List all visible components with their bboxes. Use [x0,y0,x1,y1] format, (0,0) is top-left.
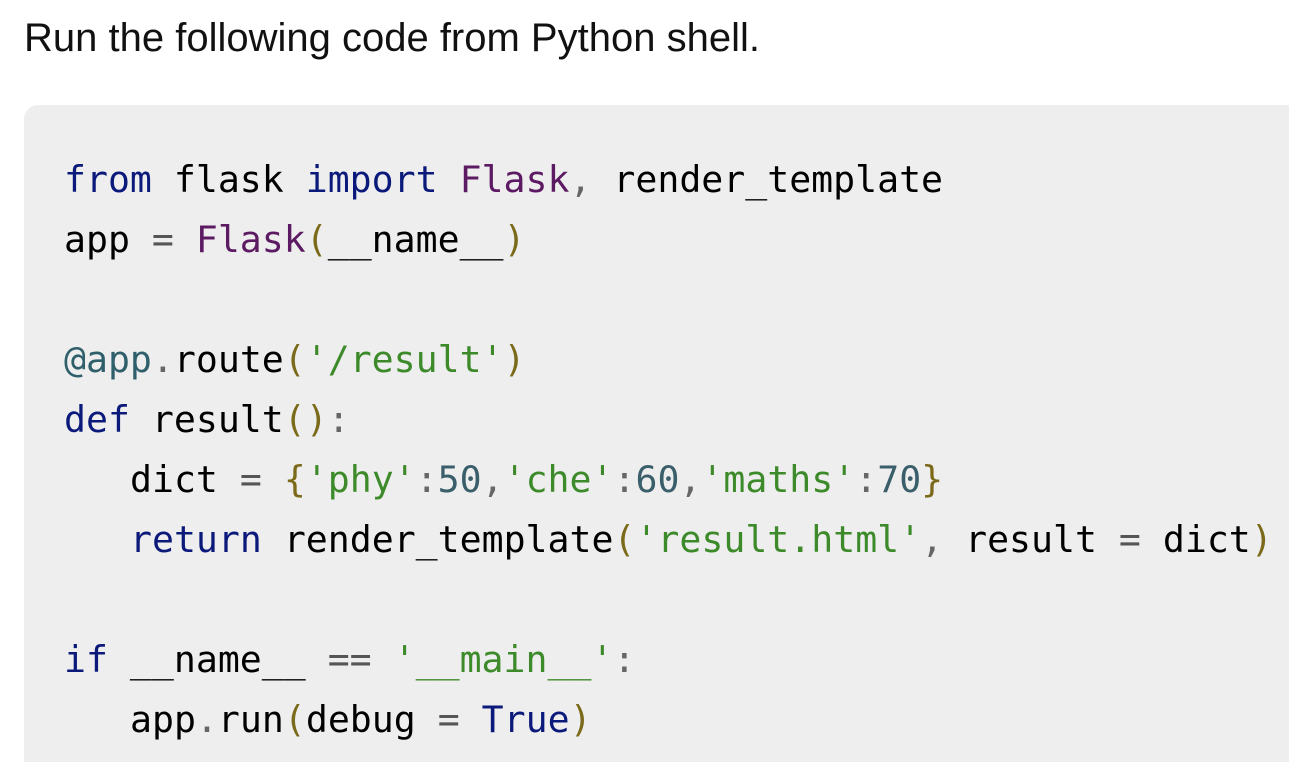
code-text: flask [151,158,306,201]
code-bracket: () [283,398,328,441]
code-keyword: return [130,518,262,561]
code-text: route [173,338,284,381]
intro-paragraph: Run the following code from Python shell… [24,16,760,60]
code-text: render_template [261,518,614,561]
code-bracket: ( [283,338,306,381]
code-line: if __name__ == '__main__': [64,630,1273,690]
code-string: 'che' [503,458,614,501]
code-text: dict [130,458,240,501]
code-punctuation: . [195,698,218,741]
code-line: app = Flask(__name__) [64,210,1273,270]
code-text: app [64,218,152,261]
code-number: 50 [437,458,482,501]
code-punctuation: : [855,458,878,501]
code-text: run [217,698,284,741]
code-string: 'phy' [305,458,416,501]
code-number: 70 [877,458,922,501]
code-string: 'maths' [701,458,856,501]
code-text: __name__ [327,218,504,261]
code-text: __name__ [107,638,328,681]
code-bracket: ) [503,218,526,261]
code-text: result [965,518,1119,561]
code-punctuation: , [569,158,614,201]
code-operator: = [437,698,482,741]
code-line: app.run(debug = True) [64,690,1273,750]
code-punctuation: : [613,638,636,681]
code-text: app [130,698,196,741]
code-bracket: ( [305,218,328,261]
code-text: result [129,398,284,441]
code-operator: = [151,218,196,261]
code-line: dict = {'phy':50,'che':60,'maths':70} [64,450,1273,510]
code-line: return render_template('result.html', re… [64,510,1273,570]
code-bracket: ( [613,518,636,561]
code-operator: = [1118,518,1163,561]
code-bracket: ) [503,338,526,381]
code-text: dict [1162,518,1251,561]
code-bracket: ( [283,698,306,741]
code-decorator: @app [64,338,152,381]
code-number: 60 [635,458,680,501]
code-punctuation: , [921,518,966,561]
code-class-name: Flask [195,218,306,261]
code-keyword: import [305,158,438,201]
code-punctuation: : [613,458,636,501]
code-keyword: if [64,638,108,681]
code-string: '/result' [305,338,504,381]
code-punctuation: : [327,398,350,441]
code-text: debug [305,698,438,741]
code-listing: from flask import Flask, render_template… [64,150,1273,750]
code-keyword: def [64,398,130,441]
code-keyword: from [64,158,152,201]
code-line: def result(): [64,390,1273,450]
code-line: @app.route('/result') [64,330,1273,390]
code-bracket: } [921,458,944,501]
code-block: from flask import Flask, render_template… [24,105,1289,762]
code-punctuation: , [679,458,702,501]
code-operator: = [239,458,284,501]
code-punctuation: . [151,338,174,381]
code-keyword: True [481,698,570,741]
code-line: from flask import Flask, render_template [64,150,1273,210]
code-string: 'result.html' [635,518,922,561]
code-bracket: { [283,458,306,501]
code-punctuation: , [481,458,504,501]
code-text: render_template [613,158,944,201]
code-class-name: Flask [459,158,570,201]
code-bracket: ) [569,698,592,741]
code-string: '__main__' [393,638,614,681]
code-bracket: ) [1250,518,1273,561]
code-operator: == [327,638,372,681]
code-punctuation: : [415,458,438,501]
